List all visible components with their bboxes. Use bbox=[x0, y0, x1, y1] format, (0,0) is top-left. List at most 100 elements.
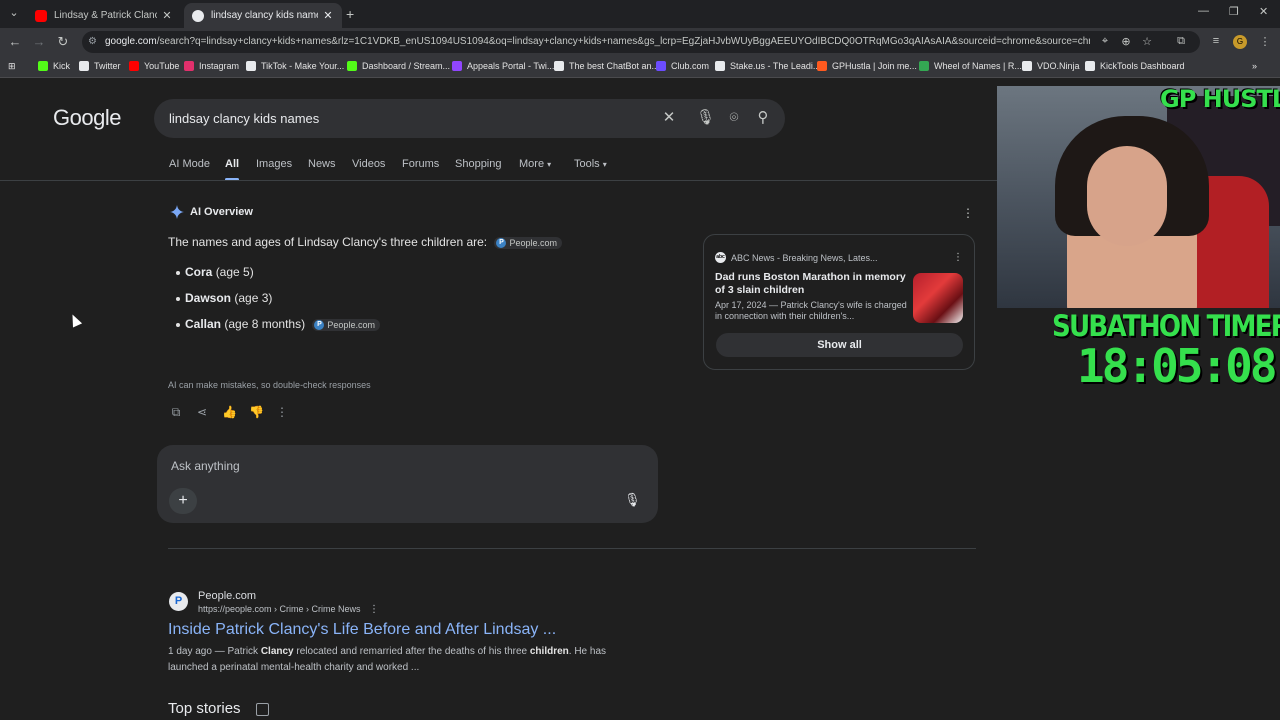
streamer-face bbox=[1087, 146, 1167, 246]
tab-ai-mode[interactable]: AI Mode bbox=[169, 158, 210, 170]
subathon-label: SUBATHON TIMER bbox=[1052, 309, 1280, 343]
bookmark-item[interactable]: GPHustla | Join me... bbox=[817, 61, 917, 71]
restore-icon[interactable]: ❐ bbox=[1229, 5, 1239, 18]
bookmark-item[interactable]: Stake.us - The Leadi... bbox=[715, 61, 820, 71]
bookmark-item[interactable]: VDO.Ninja bbox=[1022, 61, 1080, 71]
bookmark-favicon-icon bbox=[246, 61, 256, 71]
subathon-timer: 18:05:08 bbox=[1077, 339, 1278, 393]
bookmark-favicon-icon bbox=[129, 61, 139, 71]
tab-title: Lindsay & Patrick Clancy: What bbox=[54, 10, 157, 21]
bookmark-item[interactable]: Appeals Portal - Twi... bbox=[452, 61, 554, 71]
tab-forums[interactable]: Forums bbox=[402, 158, 439, 170]
browser-tab-2[interactable]: lindsay clancy kids names - Goo ✕ bbox=[184, 3, 342, 28]
top-stories-info-icon[interactable] bbox=[256, 703, 269, 716]
clear-search-icon[interactable]: ✕ bbox=[660, 109, 678, 127]
bookmark-item[interactable]: Kick bbox=[38, 61, 70, 71]
people-favicon-icon: P bbox=[314, 319, 325, 330]
news-title[interactable]: Dad runs Boston Marathon in memory of 3 … bbox=[715, 271, 907, 297]
bookmark-item[interactable]: Wheel of Names | R... bbox=[919, 61, 1022, 71]
tab-news[interactable]: News bbox=[308, 158, 336, 170]
profile-avatar[interactable]: G bbox=[1233, 35, 1247, 49]
apps-icon[interactable]: ⊞ bbox=[8, 61, 16, 72]
tab-images[interactable]: Images bbox=[256, 158, 292, 170]
feedback-menu-icon[interactable]: ⋮ bbox=[275, 405, 289, 419]
bookmark-favicon-icon bbox=[1022, 61, 1032, 71]
source-chip[interactable]: P People.com bbox=[312, 318, 380, 331]
media-controls-icon[interactable]: ≡ bbox=[1209, 35, 1223, 49]
tab-shopping[interactable]: Shopping bbox=[455, 158, 502, 170]
microphone-icon[interactable]: 🎙 bbox=[624, 492, 641, 508]
bookmark-label: VDO.Ninja bbox=[1037, 61, 1080, 71]
source-chip[interactable]: P People.com bbox=[494, 236, 563, 249]
tab-videos[interactable]: Videos bbox=[352, 158, 385, 170]
bookmark-item[interactable]: Dashboard / Stream... bbox=[347, 61, 450, 71]
bookmark-favicon-icon bbox=[452, 61, 462, 71]
bookmark-favicon-icon bbox=[817, 61, 827, 71]
bookmark-star-icon[interactable]: ☆ bbox=[1140, 35, 1154, 49]
back-icon[interactable]: ← bbox=[7, 34, 23, 50]
bookmark-favicon-icon bbox=[554, 61, 564, 71]
bookmark-label: Kick bbox=[53, 61, 71, 71]
people-favicon-icon[interactable]: P bbox=[169, 592, 188, 611]
lens-search-icon[interactable]: ⌾ bbox=[725, 109, 743, 127]
google-logo[interactable]: Google bbox=[53, 105, 121, 131]
bookmark-item[interactable]: TikTok - Make Your... bbox=[246, 61, 344, 71]
result-snippet: 1 day ago — Patrick Clancy relocated and… bbox=[168, 646, 607, 673]
copy-icon[interactable]: ⧉ bbox=[169, 405, 183, 419]
bookmark-favicon-icon bbox=[919, 61, 929, 71]
close-tab-icon[interactable]: ✕ bbox=[161, 9, 173, 22]
bookmark-favicon-icon bbox=[715, 61, 725, 71]
voice-search-icon[interactable]: 🎙 bbox=[696, 109, 715, 127]
add-attachment-button[interactable]: + bbox=[169, 488, 197, 514]
search-submit-icon[interactable]: ⚲ bbox=[754, 109, 772, 127]
people-favicon-icon: P bbox=[496, 237, 507, 248]
thumbs-up-icon[interactable]: 👍 bbox=[222, 405, 237, 419]
reload-icon[interactable]: ↻ bbox=[55, 34, 71, 50]
bookmark-label: Instagram bbox=[199, 61, 240, 71]
site-info-icon[interactable]: ⚙ bbox=[88, 36, 100, 48]
top-stories-heading: Top stories bbox=[168, 700, 241, 717]
result-title-link[interactable]: Inside Patrick Clancy's Life Before and … bbox=[168, 621, 556, 639]
bookmark-label: Appeals Portal - Twi... bbox=[467, 61, 555, 71]
minimize-icon[interactable]: — bbox=[1198, 5, 1209, 17]
browser-tab-1[interactable]: Lindsay & Patrick Clancy: What ✕ bbox=[27, 3, 181, 28]
result-url[interactable]: https://people.com › Crime › Crime News bbox=[198, 604, 361, 614]
ai-overview-menu-icon[interactable]: ⋮ bbox=[962, 206, 974, 220]
search-query-text[interactable]: lindsay clancy kids names bbox=[169, 111, 319, 126]
zoom-icon[interactable]: ⊕ bbox=[1119, 35, 1133, 49]
result-menu-icon[interactable]: ⋮ bbox=[369, 604, 379, 615]
bookmark-item[interactable]: Twitter bbox=[79, 61, 121, 71]
bookmark-label: Club.com bbox=[671, 61, 710, 71]
list-item: Dawson (age 3) bbox=[176, 291, 272, 305]
bookmark-label: KickTools Dashboard bbox=[1100, 61, 1185, 71]
news-thumbnail[interactable] bbox=[913, 273, 963, 323]
dropdown-icon: ▾ bbox=[602, 160, 607, 169]
tab-more[interactable]: More ▾ bbox=[519, 158, 551, 170]
ask-input[interactable]: Ask anything bbox=[171, 459, 240, 473]
tab-tools[interactable]: Tools ▾ bbox=[574, 158, 607, 170]
bookmark-item[interactable]: Club.com bbox=[656, 61, 709, 71]
result-site-name[interactable]: People.com bbox=[198, 590, 256, 602]
tab-search-icon[interactable]: ⌄ bbox=[6, 6, 22, 22]
news-menu-icon[interactable]: ⋮ bbox=[953, 252, 963, 263]
forward-icon[interactable]: → bbox=[31, 34, 47, 50]
more-bookmarks-icon[interactable]: » bbox=[1252, 61, 1257, 71]
show-all-button[interactable]: Show all bbox=[716, 333, 963, 357]
bookmark-item[interactable]: KickTools Dashboard bbox=[1085, 61, 1185, 71]
bookmark-item[interactable]: YouTube bbox=[129, 61, 179, 71]
thumbs-down-icon[interactable]: 👎 bbox=[249, 405, 264, 419]
extensions-icon[interactable]: ⧉ bbox=[1174, 35, 1188, 49]
url-text[interactable]: google.com/search?q=lindsay+clancy+kids+… bbox=[105, 36, 1090, 47]
share-icon[interactable]: ⋖ bbox=[195, 405, 209, 419]
ask-anything-box[interactable] bbox=[157, 445, 658, 523]
close-window-icon[interactable]: ✕ bbox=[1259, 5, 1268, 18]
bookmark-label: TikTok - Make Your... bbox=[261, 61, 345, 71]
location-icon[interactable]: ⌖ bbox=[1098, 35, 1112, 49]
bookmark-item[interactable]: Instagram bbox=[184, 61, 239, 71]
bookmark-item[interactable]: The best ChatBot an... bbox=[554, 61, 659, 71]
new-tab-icon[interactable]: + bbox=[346, 6, 354, 22]
abc-news-favicon-icon: abc bbox=[715, 252, 726, 263]
browser-menu-icon[interactable]: ⋮ bbox=[1258, 35, 1272, 49]
tab-all[interactable]: All bbox=[225, 158, 239, 170]
close-tab-icon[interactable]: ✕ bbox=[322, 9, 334, 22]
